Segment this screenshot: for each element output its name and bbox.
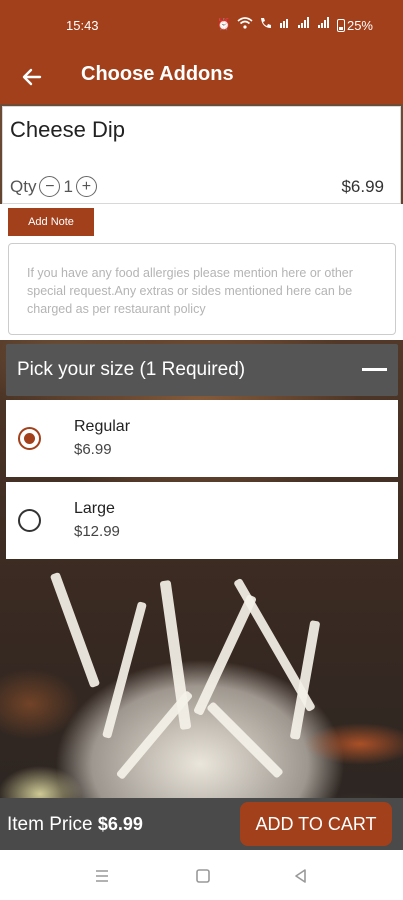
battery-indicator: 25% <box>336 17 373 33</box>
item-card: Cheese Dip Qty − 1 + $6.99 <box>2 106 401 204</box>
item-price-label: Item Price <box>7 814 93 835</box>
arrow-left-icon <box>22 68 42 86</box>
status-icons: ⏰ 25% <box>217 17 373 33</box>
home-button[interactable] <box>194 867 212 885</box>
signal-icon <box>317 17 331 33</box>
option-price: $12.99 <box>74 523 120 540</box>
size-group-header[interactable]: Pick your size (1 Required) <box>6 344 398 396</box>
note-section: Add Note If you have any food allergies … <box>0 204 403 340</box>
option-name: Large <box>74 500 115 517</box>
item-price-value: $6.99 <box>97 814 143 834</box>
add-note-button[interactable]: Add Note <box>8 208 94 236</box>
signal-icon <box>297 17 311 33</box>
wifi-icon <box>237 17 253 33</box>
radio-selected-icon[interactable] <box>18 427 41 450</box>
qty-label: Qty <box>10 176 37 196</box>
volte-icon <box>279 17 291 33</box>
system-nav-bar <box>0 850 403 900</box>
square-icon <box>196 869 210 883</box>
app-bar: Choose Addons <box>0 50 403 104</box>
menu-icon <box>96 870 108 882</box>
status-bar: 15:43 ⏰ 25% <box>0 0 403 50</box>
add-to-cart-button[interactable]: ADD TO CART <box>240 802 392 846</box>
size-group-title: Pick your size (1 Required) <box>17 359 246 380</box>
item-price-summary: Item Price $6.99 <box>7 814 143 836</box>
item-price: $6.99 <box>341 177 384 196</box>
battery-percent: 25% <box>346 17 373 33</box>
back-button[interactable] <box>18 62 48 92</box>
minus-icon[interactable]: − <box>39 176 61 197</box>
page-title: Choose Addons <box>81 63 234 85</box>
item-name: Cheese Dip <box>10 117 125 142</box>
option-price: $6.99 <box>74 441 112 458</box>
wifi-calling-icon <box>259 17 273 33</box>
option-name: Regular <box>74 418 131 435</box>
alarm-icon: ⏰ <box>217 19 231 31</box>
recent-apps-button[interactable] <box>93 867 111 885</box>
plus-icon[interactable]: + <box>75 176 97 197</box>
triangle-back-icon <box>295 869 306 883</box>
status-time: 15:43 <box>66 18 99 33</box>
bottom-bar: Item Price $6.99 ADD TO CART <box>0 798 403 850</box>
note-field[interactable]: If you have any food allergies please me… <box>8 243 396 335</box>
quantity-stepper: Qty − 1 + <box>10 176 97 197</box>
radio-unselected-icon[interactable] <box>18 509 41 532</box>
qty-value: 1 <box>63 176 73 196</box>
size-option-large[interactable]: Large $12.99 <box>6 482 398 559</box>
battery-icon <box>336 18 345 32</box>
collapse-icon[interactable] <box>362 368 387 371</box>
system-back-button[interactable] <box>292 867 310 885</box>
size-option-regular[interactable]: Regular $6.99 <box>6 400 398 477</box>
